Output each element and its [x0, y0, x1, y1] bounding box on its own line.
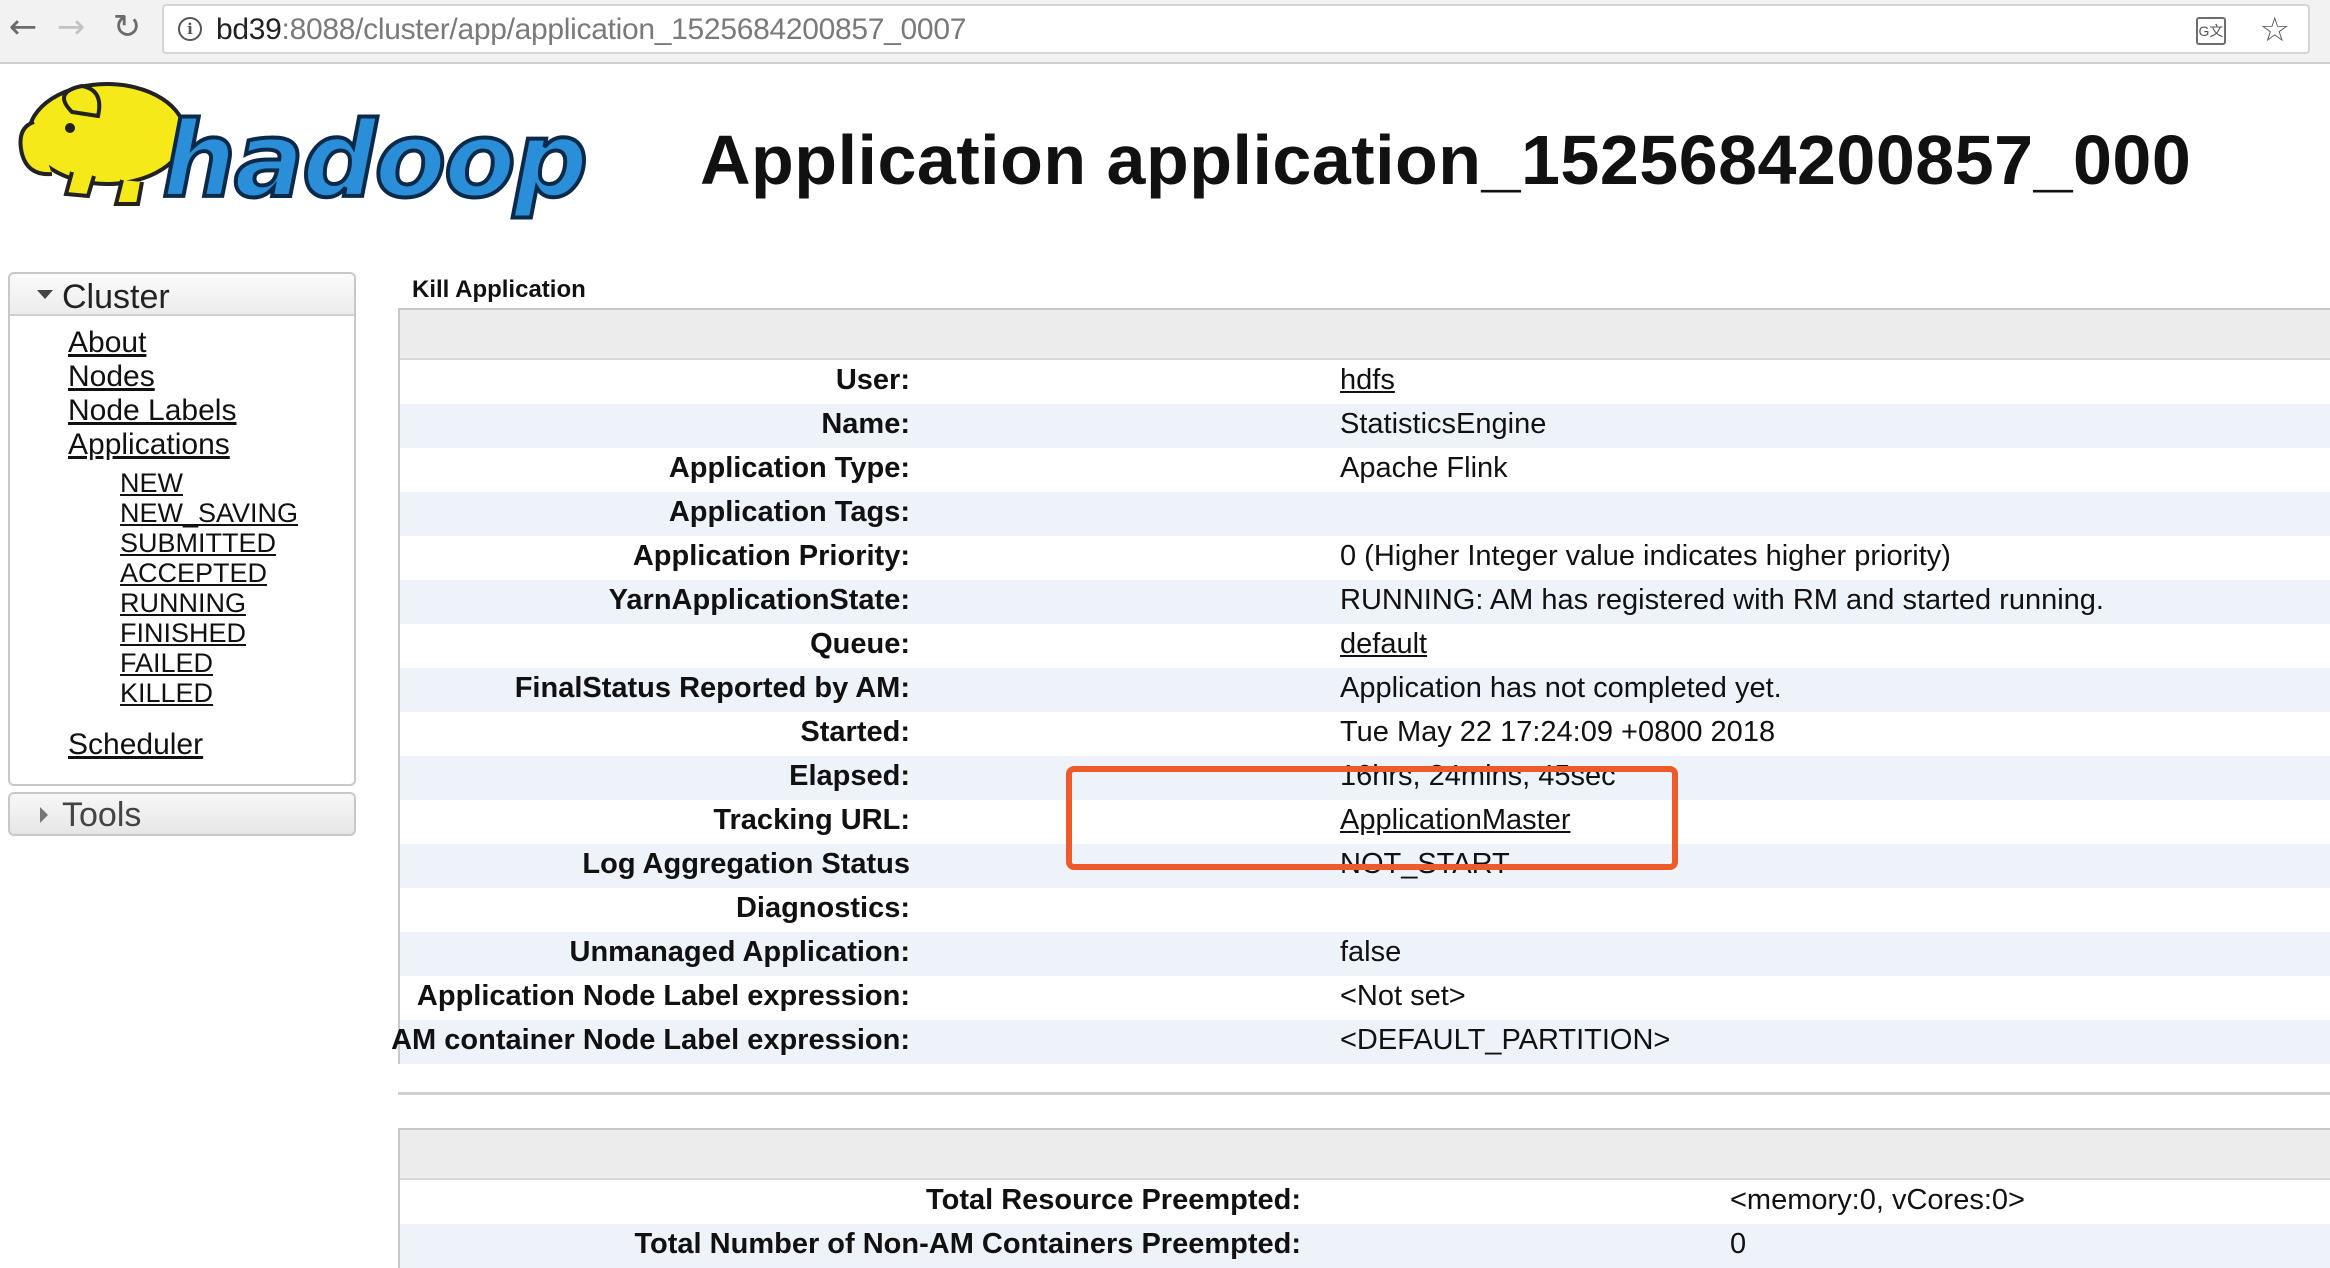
- row-value: Application has not completed yet.: [1340, 672, 1782, 704]
- nav-about[interactable]: About: [68, 326, 146, 360]
- nav-state-finished[interactable]: FINISHED: [120, 618, 246, 649]
- row-key: Queue:: [810, 628, 910, 660]
- row-key: Application Type:: [668, 452, 910, 484]
- translate-icon[interactable]: G文: [2196, 17, 2226, 45]
- row-diagnostics: Diagnostics:: [400, 888, 2330, 932]
- forward-arrow-icon[interactable]: →: [48, 4, 94, 50]
- row-value: StatisticsEngine: [1340, 408, 1547, 440]
- row-key: Diagnostics:: [735, 892, 910, 924]
- row-value: RUNNING: AM has registered with RM and s…: [1340, 584, 2104, 616]
- row-yarn-state: YarnApplicationState: RUNNING: AM has reg…: [400, 580, 2330, 624]
- application-overview-table: User: hdfs Name: StatisticsEngine Applicat…: [391, 308, 2330, 1064]
- row-key: Tracking URL:: [713, 804, 910, 836]
- preemption-table: Total Resource Preempted: <memory:0, vCor…: [398, 1128, 2330, 1268]
- nav-node-labels[interactable]: Node Labels: [68, 394, 236, 428]
- row-key: YarnApplicationState:: [608, 584, 910, 616]
- row-application-priority: Application Priority: 0 (Higher Integer v…: [400, 536, 2330, 580]
- page-title: Application application_1525684200857_00…: [700, 121, 2192, 199]
- back-arrow-icon[interactable]: ←: [0, 4, 46, 50]
- cluster-header[interactable]: Cluster: [10, 274, 354, 316]
- reload-icon[interactable]: ↻: [104, 4, 150, 50]
- nav-state-running[interactable]: RUNNING: [120, 588, 246, 619]
- info-icon[interactable]: i: [178, 17, 202, 41]
- row-value: Apache Flink: [1340, 452, 1508, 484]
- cluster-label: Cluster: [62, 278, 170, 316]
- tracking-url-highlight-box: [1066, 766, 1678, 870]
- overview-table-header: [400, 310, 2330, 360]
- row-application-type: Application Type: Apache Flink: [400, 448, 2330, 492]
- logo-wordmark: hadoop: [162, 99, 586, 221]
- row-application-tags: Application Tags:: [400, 492, 2330, 536]
- preemption-table-header: [400, 1130, 2330, 1180]
- row-key: FinalStatus Reported by AM:: [514, 672, 910, 704]
- row-value: <Not set>: [1340, 980, 1466, 1012]
- address-bar[interactable]: i bd39:8088/cluster/app/application_1525…: [162, 4, 2310, 54]
- row-key: AM container Node Label expression:: [391, 1024, 910, 1056]
- nav-state-new-saving[interactable]: NEW_SAVING: [120, 498, 298, 529]
- overview-rows: User: hdfs Name: StatisticsEngine Applicat…: [391, 360, 2330, 1064]
- row-value: 0 (Higher Integer value indicates higher…: [1340, 540, 1951, 572]
- row-non-am-preempted: Total Number of Non-AM Containers Preemp…: [400, 1224, 2330, 1268]
- row-value: Tue May 22 17:24:09 +0800 2018: [1340, 716, 1776, 748]
- row-key: Total Number of Non-AM Containers Preemp…: [634, 1228, 1302, 1260]
- url-host: bd39: [216, 13, 282, 46]
- sidebar-cluster: Cluster About Nodes Node Labels Applicat…: [8, 272, 356, 786]
- section-divider: [398, 1092, 2330, 1095]
- row-key: Application Tags:: [668, 496, 910, 528]
- tools-label: Tools: [62, 796, 142, 834]
- bookmark-star-icon[interactable]: ☆: [2260, 10, 2290, 50]
- row-key: Log Aggregation Status: [582, 848, 910, 880]
- nav-scheduler[interactable]: Scheduler: [68, 728, 203, 762]
- row-final-status: FinalStatus Reported by AM: Application h…: [400, 668, 2330, 712]
- row-key: Total Resource Preempted:: [926, 1184, 1301, 1216]
- row-am-node-label: AM container Node Label expression: <DEFA…: [391, 1020, 2330, 1064]
- url-text[interactable]: bd39:8088/cluster/app/application_152568…: [216, 13, 966, 47]
- row-key: Name:: [821, 408, 910, 440]
- row-name: Name: StatisticsEngine: [400, 404, 2330, 448]
- row-app-node-label: Application Node Label expression: <Not s…: [400, 976, 2330, 1020]
- sidebar-tools[interactable]: Tools: [8, 792, 356, 836]
- user-link[interactable]: hdfs: [1340, 364, 1395, 397]
- row-key: Elapsed:: [789, 760, 910, 792]
- nav-state-new[interactable]: NEW: [120, 468, 183, 499]
- elephant-icon: [18, 82, 187, 206]
- nav-applications[interactable]: Applications: [68, 428, 230, 462]
- hadoop-logo[interactable]: hadoop: [12, 72, 612, 232]
- row-user: User: hdfs: [400, 360, 2330, 404]
- row-value: 0: [1730, 1228, 1747, 1260]
- row-key: Application Priority:: [632, 540, 910, 572]
- nav-nodes[interactable]: Nodes: [68, 360, 155, 394]
- collapse-triangle-icon: [37, 290, 53, 299]
- row-value: <memory:0, vCores:0>: [1730, 1184, 2025, 1216]
- url-path: :8088/cluster/app/application_1525684200…: [281, 13, 967, 46]
- nav-state-failed[interactable]: FAILED: [120, 648, 213, 679]
- nav-state-accepted[interactable]: ACCEPTED: [120, 558, 267, 589]
- preemption-rows: Total Resource Preempted: <memory:0, vCor…: [400, 1180, 2330, 1268]
- nav-state-submitted[interactable]: SUBMITTED: [120, 528, 276, 559]
- row-key: Application Node Label expression:: [416, 980, 910, 1012]
- row-total-resource-preempted: Total Resource Preempted: <memory:0, vCor…: [400, 1180, 2330, 1224]
- row-value: <DEFAULT_PARTITION>: [1340, 1024, 1671, 1056]
- kill-application-button[interactable]: Kill Application: [412, 276, 586, 304]
- browser-toolbar: ← → ↻ i bd39:8088/cluster/app/applicatio…: [0, 0, 2330, 64]
- row-key: Started:: [800, 716, 910, 748]
- queue-link[interactable]: default: [1340, 628, 1427, 661]
- row-value: false: [1340, 936, 1402, 968]
- row-started: Started: Tue May 22 17:24:09 +0800 2018: [400, 712, 2330, 756]
- nav-state-killed[interactable]: KILLED: [120, 678, 213, 709]
- row-unmanaged: Unmanaged Application: false: [400, 932, 2330, 976]
- row-key: Unmanaged Application:: [569, 936, 911, 968]
- row-key: User:: [835, 364, 910, 396]
- expand-triangle-icon: [40, 807, 48, 823]
- row-queue: Queue: default: [400, 624, 2330, 668]
